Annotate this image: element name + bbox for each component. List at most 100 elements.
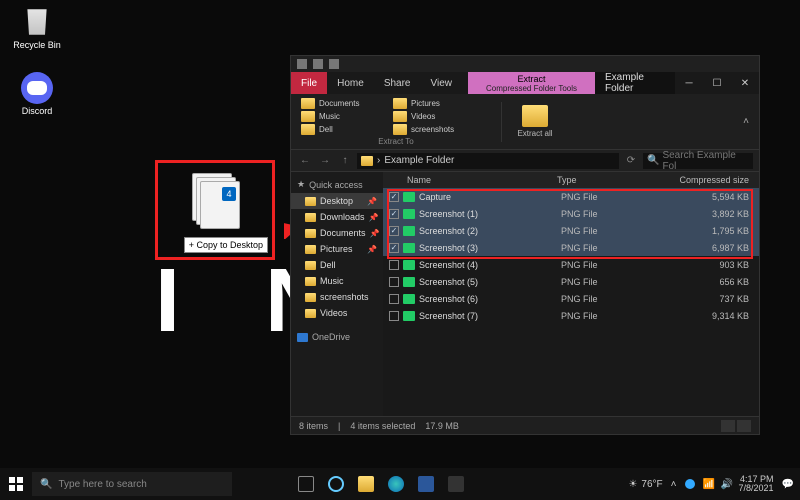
taskbar-clock[interactable]: 4:17 PM 7/8/2021 [739,475,774,493]
row-checkbox[interactable] [389,277,399,287]
refresh-button[interactable]: ⟳ [623,153,639,169]
file-row[interactable]: Screenshot (3)PNG File6,987 KB [383,239,759,256]
dell-icon[interactable] [685,479,695,489]
action-center-button[interactable]: 💬 [782,479,794,490]
maximize-button[interactable]: ☐ [703,72,731,94]
nav-forward-button[interactable]: → [317,153,333,169]
file-row[interactable]: CapturePNG File5,594 KB [383,188,759,205]
taskbar-search[interactable]: 🔍 Type here to search [32,472,232,496]
extract-all-button[interactable]: Extract all [512,105,558,138]
pinned-edge[interactable] [382,470,410,498]
row-checkbox[interactable] [389,192,399,202]
ribbon-destination[interactable]: Documents [301,98,385,109]
desktop-icon-recycle-bin[interactable]: Recycle Bin [12,6,62,50]
annotation-drop-target: 4 + Copy to Desktop [155,160,275,260]
file-name: Screenshot (5) [419,277,561,287]
ribbon-destination[interactable]: Music [301,111,385,122]
ribbon-contextual-tab-extract[interactable]: Extract Compressed Folder Tools [468,72,595,94]
column-headers[interactable]: Name Type Compressed size [383,172,759,188]
file-list[interactable]: Name Type Compressed size CapturePNG Fil… [383,172,759,416]
ribbon-tab-view[interactable]: View [421,72,463,94]
nav-item[interactable]: Music [291,273,383,289]
folder-icon [305,245,316,254]
navigation-pane[interactable]: ★ Quick access Desktop📌Downloads📌Documen… [291,172,383,416]
file-size: 6,987 KB [651,243,759,253]
column-size[interactable]: Compressed size [647,175,759,185]
nav-onedrive[interactable]: OneDrive [291,329,383,345]
folder-icon [297,59,307,69]
nav-back-button[interactable]: ← [297,153,313,169]
ribbon-destination[interactable]: Dell [301,124,385,135]
row-checkbox[interactable] [389,260,399,270]
nav-quick-access[interactable]: ★ Quick access [291,176,383,193]
titlebar[interactable]: File Home Share View Extract Compressed … [291,72,759,94]
file-row[interactable]: Screenshot (5)PNG File656 KB [383,273,759,290]
ribbon-tab-home[interactable]: Home [327,72,374,94]
cortana-button[interactable] [322,470,350,498]
row-checkbox[interactable] [389,243,399,253]
task-view-button[interactable] [292,470,320,498]
start-button[interactable] [0,468,32,500]
file-explorer-window[interactable]: File Home Share View Extract Compressed … [290,55,760,435]
view-details-button[interactable] [721,420,735,432]
nav-item[interactable]: screenshots [291,289,383,305]
file-row[interactable]: Screenshot (7)PNG File9,314 KB [383,307,759,324]
file-row[interactable]: Screenshot (2)PNG File1,795 KB [383,222,759,239]
desktop-icon-discord[interactable]: Discord [12,72,62,116]
pinned-app[interactable] [412,470,440,498]
qat-icon[interactable] [313,59,323,69]
nav-up-button[interactable]: ↑ [337,153,353,169]
row-checkbox[interactable] [389,311,399,321]
ribbon-collapse-button[interactable]: ˄ [743,116,749,127]
volume-icon[interactable]: 🔊 [721,479,731,489]
ribbon: Documents Pictures Music Videos Dell screensh… [291,94,759,150]
row-checkbox[interactable] [389,226,399,236]
file-size: 3,892 KB [651,209,759,219]
nav-item[interactable]: Videos [291,305,383,321]
file-name: Screenshot (3) [419,243,561,253]
file-type: PNG File [561,226,651,236]
drag-count-badge: 4 [222,187,236,201]
folder-icon [305,293,316,302]
file-row[interactable]: Screenshot (4)PNG File903 KB [383,256,759,273]
breadcrumb[interactable]: › Example Folder [357,153,619,169]
row-checkbox[interactable] [389,209,399,219]
ribbon-destination[interactable]: Pictures [393,98,477,109]
row-checkbox[interactable] [389,294,399,304]
nav-item[interactable]: Dell [291,257,383,273]
file-row[interactable]: Screenshot (6)PNG File737 KB [383,290,759,307]
ribbon-tab-share[interactable]: Share [374,72,421,94]
png-file-icon [403,294,415,304]
view-thumbnails-button[interactable] [737,420,751,432]
nav-item[interactable]: Pictures📌 [291,241,383,257]
discord-label: Discord [12,106,62,116]
weather-widget[interactable]: ☀ 76°F [628,479,662,490]
minimize-button[interactable]: ─ [675,72,703,94]
tray-overflow-button[interactable]: ˄ [671,479,677,490]
nav-item[interactable]: Documents📌 [291,225,383,241]
file-name: Screenshot (4) [419,260,561,270]
folder-icon [305,309,316,318]
nav-item[interactable]: Desktop📌 [291,193,383,209]
column-type[interactable]: Type [557,175,647,185]
network-icon[interactable]: 📶 [703,479,713,489]
folder-icon [361,156,373,166]
ribbon-tab-file[interactable]: File [291,72,327,94]
qat-icon[interactable] [329,59,339,69]
status-bar: 8 items | 4 items selected 17.9 MB [291,416,759,434]
close-button[interactable]: ✕ [731,72,759,94]
search-box[interactable]: 🔍 Search Example Fol [643,153,753,169]
search-icon: 🔍 [647,155,659,166]
file-row[interactable]: Screenshot (1)PNG File3,892 KB [383,205,759,222]
column-name[interactable]: Name [407,175,557,185]
folder-icon [301,98,315,109]
pinned-explorer[interactable] [352,470,380,498]
pinned-app[interactable] [442,470,470,498]
ribbon-destination[interactable]: screenshots [393,124,477,135]
file-type: PNG File [561,311,651,321]
search-icon: 🔍 [40,479,52,490]
nav-item[interactable]: Downloads📌 [291,209,383,225]
taskbar[interactable]: 🔍 Type here to search ☀ 76°F ˄ 📶 🔊 4:17 … [0,468,800,500]
ribbon-destination[interactable]: Videos [393,111,477,122]
drag-ghost-icon: 4 [192,173,238,227]
